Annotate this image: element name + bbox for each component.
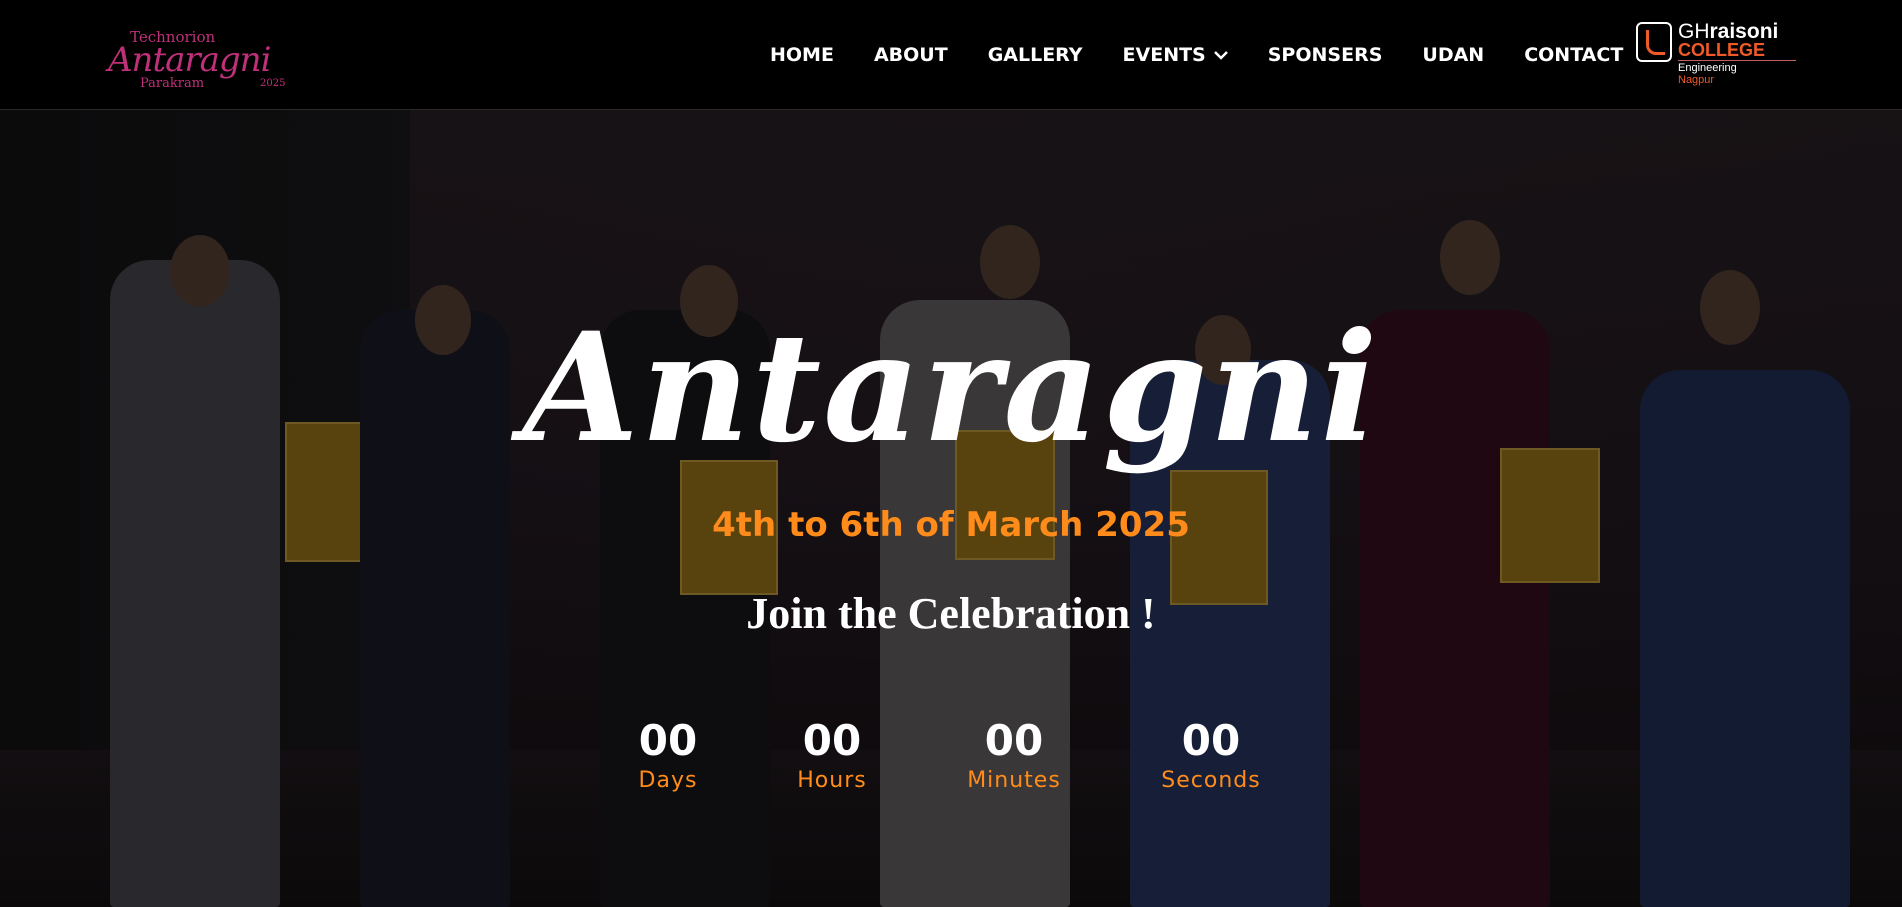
brand-logo-sub: Parakram — [140, 76, 205, 91]
brand-logo-main: Antaragni — [108, 40, 271, 80]
nav-item-home[interactable]: HOME — [770, 44, 834, 66]
nav-item-gallery[interactable]: GALLERY — [988, 44, 1083, 66]
college-logo-divider — [1678, 60, 1796, 61]
college-logo[interactable]: GHraisoni COLLEGE Engineering Nagpur — [1636, 20, 1806, 90]
college-logo-line2: Nagpur — [1678, 74, 1715, 86]
nav-item-about[interactable]: ABOUT — [874, 44, 948, 66]
countdown-hours: 00 Hours — [762, 716, 902, 793]
brand-logo[interactable]: Technorion Antaragni Parakram 2025 — [100, 14, 300, 94]
navbar: Technorion Antaragni Parakram 2025 HOME … — [0, 0, 1902, 110]
countdown-value: 00 — [802, 716, 862, 765]
countdown-seconds: 00 Seconds — [1141, 716, 1281, 793]
nav-item-label: UDAN — [1422, 44, 1485, 66]
nav-item-contact[interactable]: CONTACT — [1524, 44, 1623, 66]
hero-cta-text: Join the Celebration ! — [746, 589, 1156, 638]
countdown-label: Days — [638, 768, 698, 793]
countdown-minutes: 00 Minutes — [944, 716, 1084, 793]
hero-title: Antaragni — [522, 300, 1380, 476]
college-logo-line1: Engineering — [1678, 62, 1737, 74]
countdown-timer: 00 Days 00 Hours 00 Minutes 00 Seconds — [0, 716, 1902, 816]
nav-item-sponsers[interactable]: SPONSERS — [1268, 44, 1383, 66]
chevron-down-icon — [1213, 45, 1228, 64]
main-nav: HOME ABOUT GALLERY EVENTS SPONSERS UDAN … — [770, 0, 1623, 110]
countdown-days: 00 Days — [598, 716, 738, 793]
countdown-label: Seconds — [1161, 768, 1261, 793]
brand-logo-year: 2025 — [260, 78, 286, 89]
nav-item-udan[interactable]: UDAN — [1422, 44, 1484, 66]
nav-item-label: GALLERY — [987, 44, 1083, 66]
countdown-label: Hours — [797, 768, 867, 793]
nav-item-label: SPONSERS — [1267, 44, 1383, 66]
hero-section: Antaragni 4th to 6th of March 2025 Join … — [0, 110, 1902, 907]
nav-item-label: EVENTS — [1122, 44, 1206, 66]
hero-dates: 4th to 6th of March 2025 — [712, 505, 1190, 545]
nav-item-label: CONTACT — [1524, 44, 1624, 66]
college-crest-icon — [1636, 22, 1672, 62]
countdown-value: 00 — [638, 716, 698, 765]
nav-item-events[interactable]: EVENTS — [1123, 44, 1228, 66]
nav-item-label: HOME — [770, 44, 834, 66]
college-logo-college: COLLEGE — [1678, 40, 1766, 60]
nav-item-label: ABOUT — [873, 44, 948, 66]
countdown-label: Minutes — [967, 768, 1061, 793]
countdown-value: 00 — [984, 716, 1044, 765]
countdown-value: 00 — [1181, 716, 1241, 765]
